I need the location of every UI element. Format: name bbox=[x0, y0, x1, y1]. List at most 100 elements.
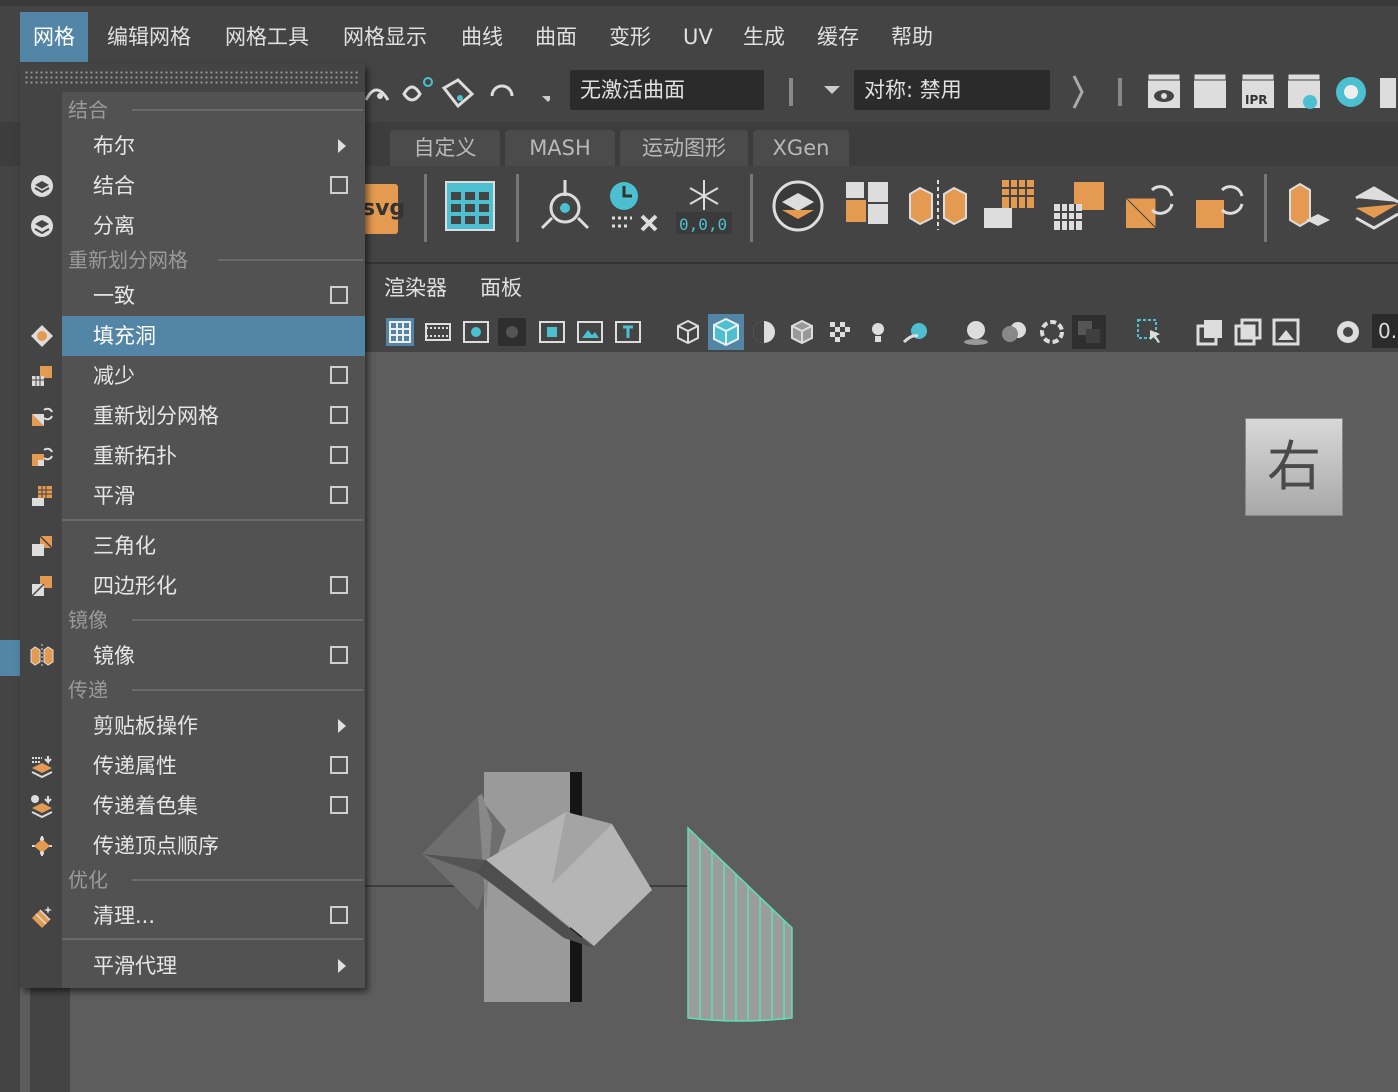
tab-motion-graphics[interactable]: 运动图形 bbox=[620, 130, 748, 166]
remesh-shelf-icon[interactable] bbox=[1122, 176, 1178, 232]
render-view-icon bbox=[1147, 73, 1181, 108]
collapse-arrow-icon[interactable] bbox=[1068, 72, 1088, 112]
menu-mesh-tools[interactable]: 网格工具 bbox=[225, 12, 309, 62]
option-box[interactable] bbox=[330, 576, 348, 594]
snap-icons[interactable] bbox=[360, 70, 550, 114]
smooth-shade-icon[interactable] bbox=[708, 314, 744, 350]
menu-item-quadrangulate[interactable]: 四边形化 bbox=[31, 566, 365, 606]
menu-item-mirror[interactable]: 镜像 bbox=[30, 636, 365, 676]
default-material-icon[interactable] bbox=[750, 318, 778, 346]
render-icons[interactable]: IPR bbox=[1146, 72, 1396, 112]
option-box[interactable] bbox=[330, 486, 348, 504]
menu-generate[interactable]: 生成 bbox=[743, 12, 785, 62]
menu-item-reduce[interactable]: 减少 bbox=[32, 356, 365, 396]
camera-aperture-icon[interactable] bbox=[1334, 318, 1362, 346]
menu-item-transfer-vertex-order[interactable]: 传递顶点顺序 bbox=[32, 826, 365, 866]
reduce-shelf-icon[interactable] bbox=[1052, 180, 1108, 232]
xray-icon[interactable] bbox=[1196, 318, 1224, 346]
tab-custom[interactable]: 自定义 bbox=[390, 130, 500, 166]
transfer-vertex-order-icon bbox=[32, 836, 52, 856]
pivot-icon[interactable] bbox=[538, 178, 592, 234]
option-box[interactable] bbox=[330, 366, 348, 384]
wireframe-icon[interactable] bbox=[674, 318, 702, 346]
field-chart-icon[interactable] bbox=[538, 318, 566, 346]
film-gate-icon[interactable] bbox=[424, 318, 452, 346]
menu-item-cleanup[interactable]: 清理... bbox=[32, 896, 365, 936]
menu-help[interactable]: 帮助 bbox=[891, 12, 933, 62]
menu-mesh[interactable]: 网格 bbox=[20, 12, 88, 62]
menu-surfaces[interactable]: 曲面 bbox=[535, 12, 577, 62]
textured-icon[interactable] bbox=[826, 318, 854, 346]
symmetry-field[interactable]: 对称: 禁用 bbox=[854, 70, 1050, 110]
xray-joints-icon[interactable] bbox=[1234, 318, 1262, 346]
retopologize-shelf-icon[interactable] bbox=[1192, 176, 1248, 232]
exposure-field[interactable]: 0. bbox=[1372, 314, 1398, 348]
safe-title-icon[interactable] bbox=[614, 318, 642, 346]
transfer-attributes-icon bbox=[31, 756, 53, 778]
uv-editor-icon[interactable] bbox=[444, 180, 496, 232]
option-box[interactable] bbox=[330, 446, 348, 464]
delete-history-icon[interactable] bbox=[606, 178, 662, 234]
menu-divider bbox=[62, 519, 363, 521]
menu-uv[interactable]: UV bbox=[683, 12, 713, 62]
lights-icon[interactable] bbox=[864, 318, 892, 346]
menu-item-smooth-proxy[interactable]: 平滑代理 bbox=[62, 946, 365, 986]
live-surface-field[interactable]: 无激活曲面 bbox=[570, 70, 764, 110]
menu-panels[interactable]: 面板 bbox=[480, 264, 522, 312]
freeze-transform-icon[interactable]: 0,0,0 bbox=[676, 176, 732, 236]
tear-off-handle[interactable] bbox=[24, 70, 360, 86]
section-header-combine: 结合 bbox=[68, 98, 108, 122]
tool-box-active-tool[interactable] bbox=[0, 640, 20, 676]
gate-mask-icon[interactable] bbox=[498, 318, 526, 346]
menu-item-combine[interactable]: 结合 bbox=[31, 166, 365, 206]
menu-item-boolean[interactable]: 布尔 bbox=[62, 126, 365, 166]
option-box[interactable] bbox=[330, 796, 348, 814]
transfer-shelf-icon[interactable] bbox=[1352, 178, 1398, 234]
svg-tool-button[interactable]: svg bbox=[362, 184, 405, 234]
option-box[interactable] bbox=[330, 286, 348, 304]
resolution-gate-icon[interactable] bbox=[462, 318, 490, 346]
smooth-shelf-icon[interactable] bbox=[982, 178, 1038, 230]
menu-deform[interactable]: 变形 bbox=[609, 12, 651, 62]
anti-aliasing-icon[interactable] bbox=[1038, 318, 1066, 346]
menu-item-conform[interactable]: 一致 bbox=[62, 276, 365, 316]
shelf-separator bbox=[750, 174, 753, 242]
menu-item-transfer-shading-sets[interactable]: 传递着色集 bbox=[31, 786, 365, 826]
menu-item-transfer-attributes[interactable]: 传递属性 bbox=[31, 746, 365, 786]
option-box[interactable] bbox=[330, 406, 348, 424]
motion-blur-icon[interactable] bbox=[1000, 318, 1028, 346]
mirror-shelf-icon[interactable] bbox=[906, 180, 968, 230]
depth-of-field-icon[interactable] bbox=[1072, 315, 1106, 349]
menu-mesh-display[interactable]: 网格显示 bbox=[343, 12, 427, 62]
extract-shelf-icon[interactable] bbox=[1284, 178, 1336, 234]
shadows-icon[interactable] bbox=[902, 318, 930, 346]
menu-item-label: 镜像 bbox=[93, 644, 135, 668]
isolate-select-icon[interactable] bbox=[1136, 318, 1164, 346]
option-box[interactable] bbox=[330, 756, 348, 774]
tab-mash[interactable]: MASH bbox=[505, 130, 615, 166]
chevron-down-icon[interactable] bbox=[822, 84, 842, 98]
grid-icon[interactable] bbox=[386, 318, 414, 346]
tab-xgen[interactable]: XGen bbox=[753, 130, 849, 166]
option-box[interactable] bbox=[330, 646, 348, 664]
menu-edit-mesh[interactable]: 编辑网格 bbox=[107, 12, 191, 62]
menu-cache[interactable]: 缓存 bbox=[817, 12, 859, 62]
menu-renderer[interactable]: 渲染器 bbox=[384, 264, 447, 312]
image-plane-icon[interactable] bbox=[1272, 318, 1300, 346]
menu-item-fill-hole[interactable]: 填充洞 bbox=[31, 316, 365, 356]
menu-item-smooth[interactable]: 平滑 bbox=[32, 476, 365, 516]
menu-item-separate[interactable]: 分离 bbox=[31, 206, 365, 246]
combine-shelf-icon[interactable] bbox=[770, 178, 826, 234]
menu-item-triangulate[interactable]: 三角化 bbox=[32, 526, 365, 566]
option-box[interactable] bbox=[330, 176, 348, 194]
separate-shelf-icon[interactable] bbox=[842, 178, 894, 230]
screen-space-ao-icon[interactable] bbox=[962, 318, 990, 346]
wireframe-on-shaded-icon[interactable] bbox=[788, 318, 816, 346]
menu-item-remesh[interactable]: 重新划分网格 bbox=[32, 396, 365, 436]
safe-action-icon[interactable] bbox=[576, 318, 604, 346]
menu-item-retopologize[interactable]: 重新拓扑 bbox=[32, 436, 365, 476]
view-cube[interactable]: 右 bbox=[1245, 418, 1343, 516]
option-box[interactable] bbox=[330, 906, 348, 924]
menu-curves[interactable]: 曲线 bbox=[461, 12, 503, 62]
menu-item-clipboard-actions[interactable]: 剪贴板操作 bbox=[62, 706, 365, 746]
